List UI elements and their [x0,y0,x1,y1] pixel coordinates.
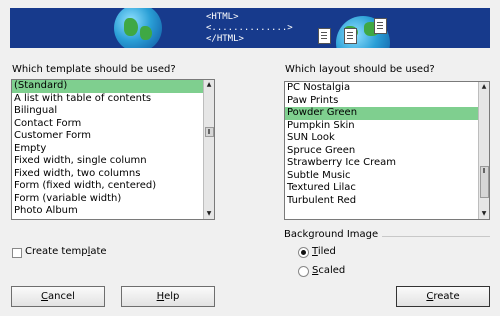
layout-list-item[interactable]: Strawberry Ice Cream [285,157,478,170]
template-label: Which template should be used? [12,64,176,75]
layout-scroll-thumb[interactable] [480,166,489,198]
template-list-item[interactable]: Form (fixed width, centered) [12,180,203,193]
template-list-item[interactable]: Bilingual [12,105,203,118]
template-scroll-thumb[interactable] [205,127,214,137]
layout-list-item[interactable]: Spruce Green [285,145,478,158]
banner-image: <HTML> <..............> </HTML> [10,8,490,48]
template-list[interactable]: (Standard) A list with table of contents B… [11,79,215,220]
template-list-item[interactable]: (Standard) [12,80,203,93]
layout-list-item[interactable]: Textured Lilac [285,182,478,195]
tiled-label[interactable]: Tiled [312,246,336,257]
globe-left-icon [114,8,162,48]
layout-list-item[interactable]: SUN Look [285,132,478,145]
template-list-item[interactable]: Fixed width, single column [12,155,203,168]
scaled-label[interactable]: Scaled [312,265,345,276]
layout-list-item[interactable]: Paw Prints [285,95,478,108]
scaled-radio[interactable] [298,266,309,277]
tiled-radio[interactable] [298,247,309,258]
scroll-up-arrow-icon[interactable]: ▲ [204,80,214,90]
layout-list[interactable]: PC Nostalgia Paw Prints Powder Green Pumpki… [284,81,490,220]
layout-scrollbar[interactable]: ▲ ▼ [478,82,489,219]
template-list-item[interactable]: Contact Form [12,118,203,131]
create-button[interactable]: Create [396,286,490,307]
documents-icon [318,14,388,48]
template-list-item[interactable]: A list with table of contents [12,93,203,106]
banner-code-text: <HTML> <..............> </HTML> [206,12,293,44]
template-list-item[interactable]: Form (variable width) [12,193,203,206]
scroll-down-arrow-icon[interactable]: ▼ [479,209,489,219]
template-list-item[interactable]: Fixed width, two columns [12,168,203,181]
template-list-items: (Standard) A list with table of contents B… [12,80,203,219]
template-scrollbar[interactable]: ▲ ▼ [203,80,214,219]
template-list-item[interactable]: Empty [12,143,203,156]
layout-list-items: PC Nostalgia Paw Prints Powder Green Pumpki… [285,82,478,219]
scroll-down-arrow-icon[interactable]: ▼ [204,209,214,219]
help-button[interactable]: Help [121,286,215,307]
layout-list-item[interactable]: PC Nostalgia [285,82,478,95]
background-image-title: Background Image [284,229,379,240]
layout-list-item[interactable]: Powder Green [285,107,478,120]
group-divider [382,236,490,237]
template-list-item[interactable]: Photo Album [12,205,203,218]
template-list-item[interactable]: Customer Form [12,130,203,143]
scroll-up-arrow-icon[interactable]: ▲ [479,82,489,92]
layout-list-item[interactable]: Turbulent Red [285,195,478,208]
create-template-label[interactable]: Create template [25,246,107,257]
cancel-button[interactable]: Cancel [11,286,105,307]
layout-list-item[interactable]: Pumpkin Skin [285,120,478,133]
create-template-checkbox[interactable] [12,248,22,258]
layout-list-item[interactable]: Subtle Music [285,170,478,183]
layout-label: Which layout should be used? [285,64,435,75]
